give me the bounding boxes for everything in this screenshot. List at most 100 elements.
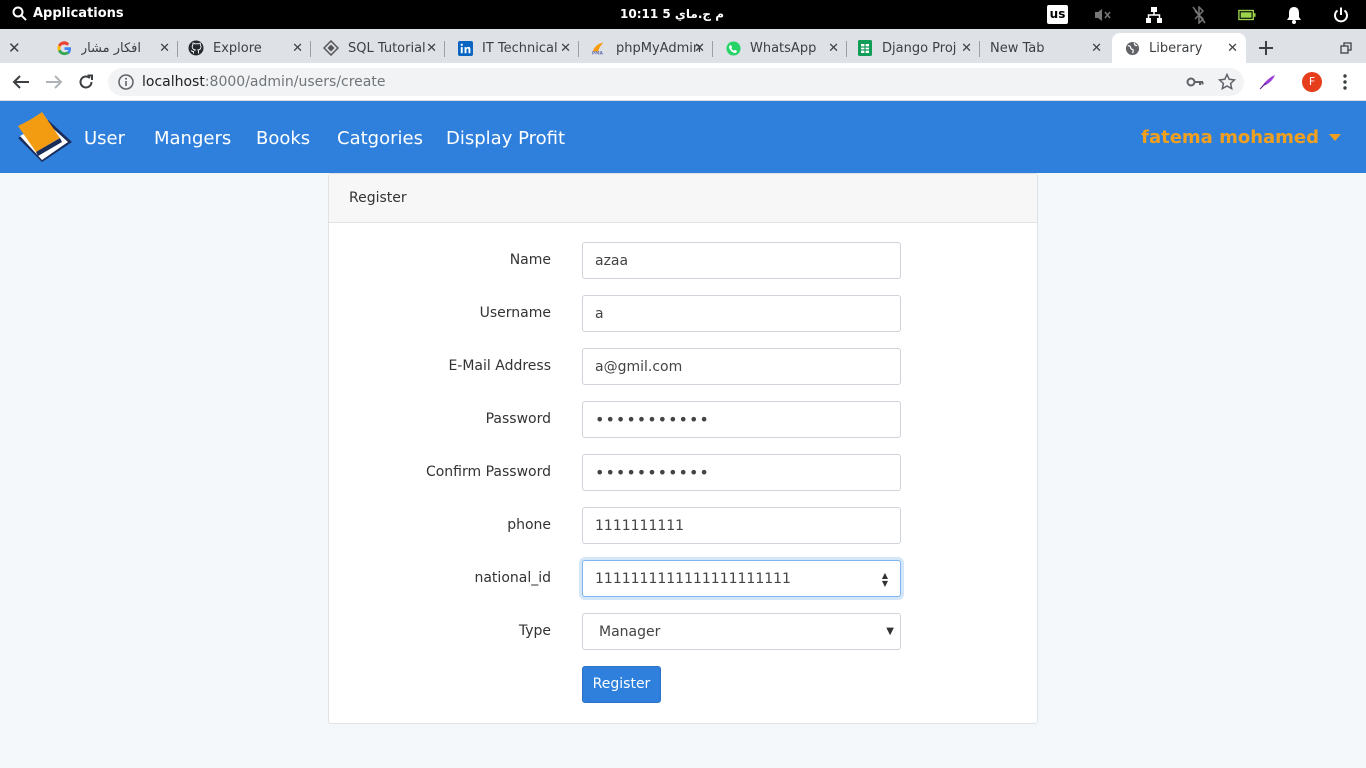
whatsapp-icon — [725, 40, 741, 56]
url-host: localhost — [142, 74, 205, 90]
restore-icon — [1340, 42, 1352, 54]
tab-google[interactable]: افكار مشاريع ✕ — [46, 33, 178, 63]
tab-sql-tutorial[interactable]: SQL Tutorial ✕ — [313, 33, 445, 63]
tab-close-icon[interactable]: ✕ — [426, 41, 437, 56]
new-tab-button[interactable] — [1258, 33, 1278, 63]
tab-close-icon[interactable]: ✕ — [292, 41, 303, 56]
tab-title: Liberary — [1149, 40, 1203, 56]
nav-link-user[interactable]: User — [84, 128, 125, 149]
form-row-name: Name azaa — [329, 242, 1037, 280]
extension-quill-icon[interactable] — [1257, 72, 1277, 92]
form-row-email: E-Mail Address a@gmil.com — [329, 348, 1037, 386]
globe-icon — [1124, 40, 1140, 56]
bluetooth-off-icon[interactable] — [1190, 6, 1208, 24]
caret-down-icon — [1329, 133, 1341, 141]
email-input[interactable]: a@gmil.com — [582, 348, 901, 385]
tab-close-icon[interactable]: ✕ — [828, 41, 839, 56]
address-bar[interactable]: localhost:8000/admin/users/create — [108, 68, 1244, 96]
tab-close-icon[interactable]: ✕ — [560, 41, 571, 56]
reload-button[interactable] — [76, 72, 96, 92]
phone-label: phone — [507, 517, 551, 533]
more-vert-icon — [1343, 74, 1347, 90]
applications-menu[interactable]: Applications — [12, 6, 124, 21]
library-logo[interactable] — [16, 110, 76, 169]
app-navbar: User Mangers Books Catgories Display Pro… — [0, 101, 1366, 173]
tab-whatsapp[interactable]: WhatsApp ✕ — [715, 33, 847, 63]
card-header: Register — [329, 174, 1037, 223]
national-id-label: national_id — [474, 570, 551, 586]
restore-window-button[interactable] — [1340, 33, 1356, 63]
clock[interactable]: 10:11 م ج.ماي 5 — [620, 7, 724, 21]
os-top-bar: Applications 10:11 م ج.ماي 5 us — [0, 0, 1366, 29]
browser-toolbar: localhost:8000/admin/users/create F — [0, 63, 1366, 101]
profile-avatar[interactable]: F — [1302, 72, 1322, 92]
close-icon: ✕ — [8, 39, 21, 57]
form-row-type: Type Manager ▼ — [329, 613, 1037, 651]
tab-close-icon[interactable]: ✕ — [694, 41, 705, 56]
password-input[interactable]: ••••••••••• — [582, 401, 901, 438]
tab-title: IT Technical — [482, 40, 558, 56]
notifications-bell-icon[interactable] — [1285, 6, 1303, 24]
select-caret-icon: ▼ — [886, 626, 894, 637]
name-input[interactable]: azaa — [582, 242, 901, 279]
nav-link-mangers[interactable]: Mangers — [154, 128, 231, 149]
form-row-phone: phone 1111111111 — [329, 507, 1037, 545]
volume-muted-icon[interactable] — [1093, 6, 1111, 24]
tab-close-icon[interactable]: ✕ — [159, 41, 170, 56]
close-window-button[interactable]: ✕ — [8, 33, 32, 63]
power-icon[interactable] — [1332, 6, 1350, 24]
back-button[interactable] — [11, 72, 31, 92]
form-row-password: Password ••••••••••• — [329, 401, 1037, 439]
register-card: Register Name azaa Username a E-Mail Add… — [328, 173, 1038, 724]
form-row-confirm-password: Confirm Password ••••••••••• — [329, 454, 1037, 492]
sheets-icon — [857, 40, 873, 56]
type-select[interactable]: Manager ▼ — [582, 613, 901, 650]
tab-close-icon[interactable]: ✕ — [961, 41, 972, 56]
search-icon — [12, 6, 27, 21]
tab-title: SQL Tutorial — [348, 40, 426, 56]
bookmark-star-icon[interactable] — [1217, 72, 1237, 95]
tab-close-icon[interactable]: ✕ — [1227, 41, 1238, 56]
form-row-national-id: national_id 1111111111111111111111 ▲ ▼ — [329, 560, 1037, 598]
network-icon[interactable] — [1145, 6, 1163, 24]
key-icon[interactable] — [1186, 74, 1204, 94]
tab-django-project[interactable]: Django Proj ✕ — [849, 33, 980, 63]
tab-it-technical[interactable]: IT Technical ✕ — [447, 33, 579, 63]
confirm-password-label: Confirm Password — [425, 464, 551, 480]
github-icon — [188, 40, 204, 56]
number-spinner-icon[interactable]: ▲ ▼ — [882, 572, 888, 588]
phone-input[interactable]: 1111111111 — [582, 507, 901, 544]
user-name: fatema mohamed — [1141, 127, 1319, 148]
sql-tutorial-icon — [323, 40, 339, 56]
username-input[interactable]: a — [582, 295, 901, 332]
tab-title: Explore — [213, 40, 262, 56]
tab-phpmyadmin[interactable]: PMA phpMyAdmin ✕ — [581, 33, 713, 63]
browser-menu-button[interactable] — [1335, 72, 1355, 92]
tab-close-icon[interactable]: ✕ — [1091, 41, 1102, 56]
battery-icon[interactable] — [1238, 6, 1256, 24]
profile-initial: F — [1302, 72, 1322, 92]
nav-link-display-profit[interactable]: Display Profit — [446, 128, 565, 149]
nav-link-books[interactable]: Books — [256, 128, 310, 149]
register-button[interactable]: Register — [582, 666, 661, 703]
applications-label: Applications — [33, 6, 124, 21]
keyboard-layout-indicator[interactable]: us — [1047, 5, 1068, 24]
tab-title: phpMyAdmin — [616, 40, 702, 56]
form-row-username: Username a — [329, 295, 1037, 333]
forward-button[interactable] — [44, 72, 64, 92]
name-label: Name — [509, 252, 551, 268]
confirm-password-input[interactable]: ••••••••••• — [582, 454, 901, 491]
password-label: Password — [485, 411, 551, 427]
national-id-input[interactable]: 1111111111111111111111 ▲ ▼ — [582, 560, 901, 597]
username-label: Username — [479, 305, 551, 321]
phpmyadmin-icon: PMA — [591, 40, 607, 56]
nav-link-catgories[interactable]: Catgories — [337, 128, 423, 149]
tab-title: New Tab — [990, 40, 1045, 56]
tab-explore[interactable]: Explore ✕ — [180, 33, 311, 63]
tab-new-tab[interactable]: New Tab ✕ — [982, 33, 1110, 63]
browser-tab-strip: ✕ افكار مشاريع ✕ Explore ✕ SQL Tutorial … — [0, 29, 1366, 63]
site-info-icon[interactable] — [118, 74, 134, 94]
reload-icon — [79, 74, 93, 89]
tab-liberary[interactable]: Liberary ✕ — [1112, 33, 1246, 63]
user-dropdown[interactable]: fatema mohamed — [1141, 127, 1341, 148]
